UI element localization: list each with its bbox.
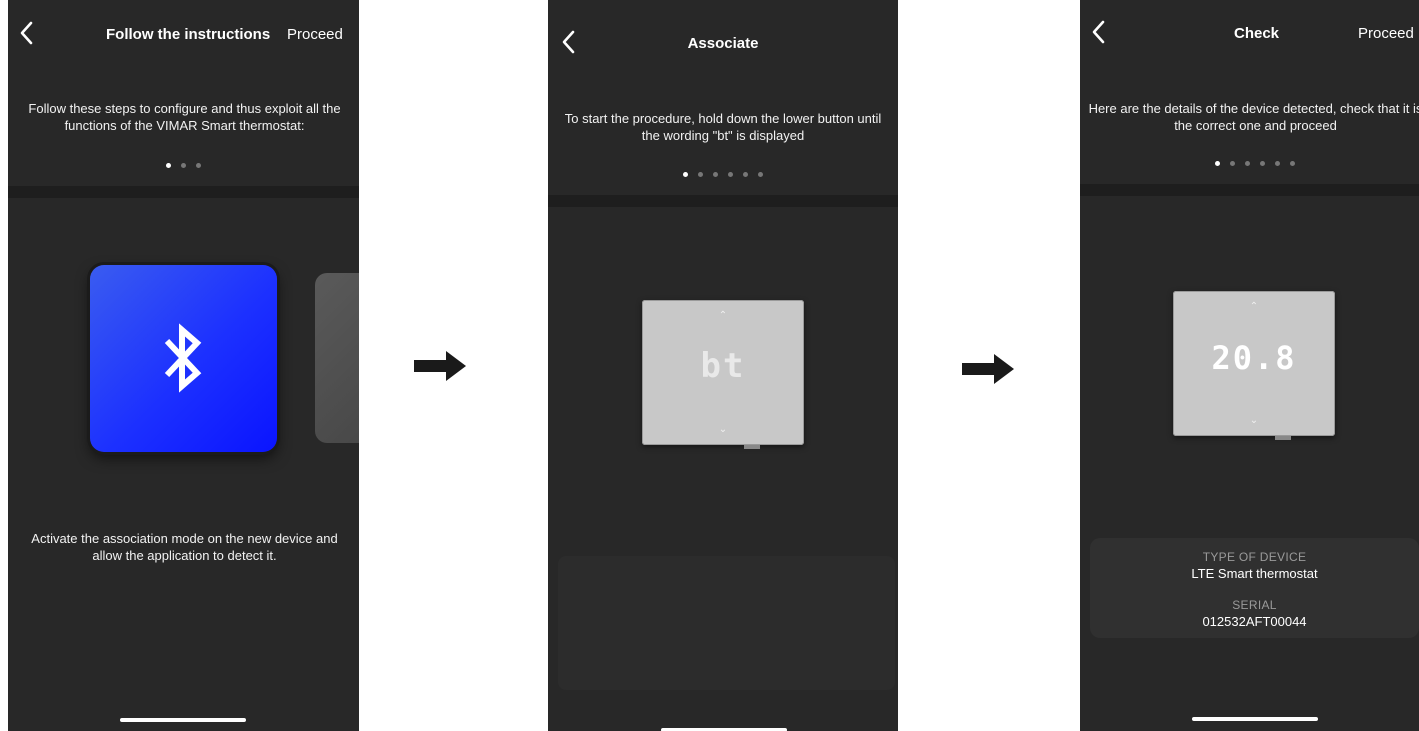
- home-indicator: [1192, 717, 1318, 721]
- bluetooth-icon: [164, 323, 202, 393]
- serial-value: 012532AFT00044: [1202, 614, 1307, 629]
- thermostat-tab: [744, 445, 760, 449]
- page-title: Follow the instructions: [106, 26, 271, 43]
- device-info-card: TYPE OF DEVICE LTE Smart thermostat SERI…: [1090, 538, 1419, 638]
- page-dot[interactable]: [758, 172, 763, 177]
- page-dot[interactable]: [1230, 161, 1235, 166]
- section-divider: [1080, 184, 1419, 196]
- next-card-preview[interactable]: [315, 273, 359, 443]
- bluetooth-card[interactable]: [90, 265, 277, 452]
- proceed-button[interactable]: Proceed: [287, 26, 343, 43]
- page-indicator[interactable]: [1080, 161, 1419, 166]
- page-dot[interactable]: [743, 172, 748, 177]
- device-type-label: TYPE OF DEVICE: [1202, 550, 1307, 564]
- screen-associate: Associate To start the procedure, hold d…: [548, 0, 898, 731]
- right-arrow-icon: [414, 351, 466, 381]
- home-indicator: [120, 718, 246, 722]
- thermostat-image: ⌃ 20.8 ⌄: [1173, 291, 1335, 440]
- empty-panel: [558, 556, 895, 690]
- chevron-up-icon: ⌃: [1249, 301, 1259, 312]
- page-title: Check: [1234, 25, 1280, 42]
- proceed-button[interactable]: Proceed: [1358, 25, 1414, 42]
- screen-follow-instructions: Follow the instructions Proceed Follow t…: [8, 0, 359, 731]
- page-dot[interactable]: [1215, 161, 1220, 166]
- page-dot[interactable]: [196, 163, 201, 168]
- thermostat-tab: [1275, 436, 1291, 440]
- page-dot[interactable]: [683, 172, 688, 177]
- footer-instruction: Activate the association mode on the new…: [31, 531, 338, 563]
- page-title: Associate: [687, 35, 759, 52]
- thermostat-image: ⌃ bt ⌄: [642, 300, 804, 449]
- screen-check: Check Proceed Here are the details of th…: [1080, 0, 1419, 731]
- right-arrow-icon: [962, 354, 1014, 384]
- page-dot[interactable]: [1260, 161, 1265, 166]
- page-dot[interactable]: [181, 163, 186, 168]
- page-dot[interactable]: [698, 172, 703, 177]
- section-divider: [548, 195, 898, 207]
- instruction-text: To start the procedure, hold down the lo…: [564, 111, 882, 143]
- chevron-down-icon: ⌄: [1249, 415, 1259, 426]
- page-indicator[interactable]: [548, 172, 898, 177]
- section-divider: [8, 186, 359, 198]
- thermostat-display: bt: [700, 346, 746, 386]
- thermostat-display: 20.8: [1211, 339, 1297, 377]
- back-chevron-icon[interactable]: [1090, 17, 1108, 47]
- page-dot[interactable]: [1275, 161, 1280, 166]
- device-type-value: LTE Smart thermostat: [1191, 566, 1318, 581]
- page-dot[interactable]: [728, 172, 733, 177]
- chevron-up-icon: ⌃: [718, 310, 728, 321]
- page-dot[interactable]: [166, 163, 171, 168]
- page-indicator[interactable]: [8, 163, 359, 168]
- page-dot[interactable]: [1245, 161, 1250, 166]
- page-dot[interactable]: [713, 172, 718, 177]
- chevron-down-icon: ⌄: [718, 424, 728, 435]
- serial-label: SERIAL: [1232, 598, 1277, 612]
- back-chevron-icon[interactable]: [18, 18, 36, 48]
- instruction-text: Here are the details of the device detec…: [1088, 101, 1419, 133]
- instruction-text: Follow these steps to configure and thus…: [28, 101, 341, 133]
- page-dot[interactable]: [1290, 161, 1295, 166]
